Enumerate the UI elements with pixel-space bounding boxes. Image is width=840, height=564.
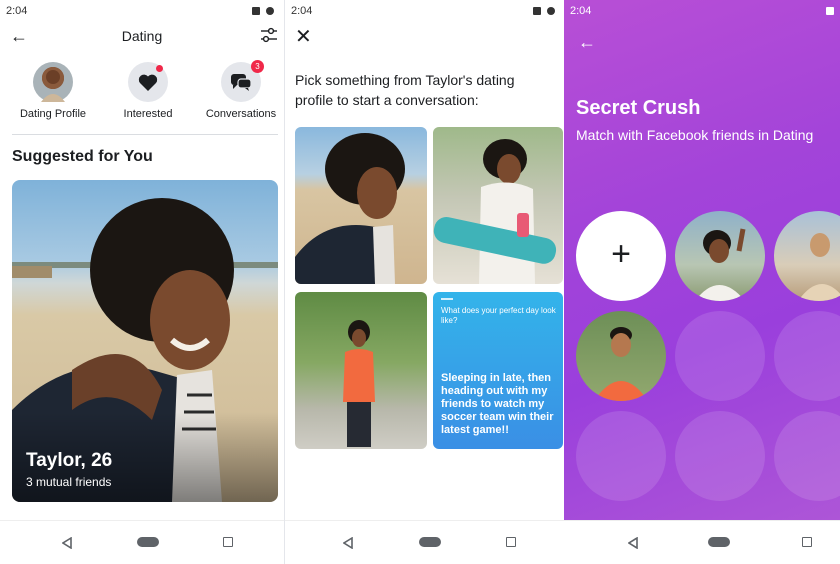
friend-photo bbox=[594, 327, 648, 401]
secret-crush-subtitle: Match with Facebook friends in Dating bbox=[576, 127, 814, 143]
crush-friend-1[interactable] bbox=[675, 211, 765, 301]
nav-home-icon[interactable] bbox=[419, 537, 441, 547]
system-nav-bar bbox=[285, 520, 564, 564]
crush-slot-empty bbox=[774, 311, 840, 401]
dating-profile-label: Dating Profile bbox=[19, 108, 87, 120]
question-card[interactable]: What does your perfect day look like? Sl… bbox=[433, 292, 563, 449]
nav-back-icon[interactable] bbox=[62, 537, 72, 549]
conversations-badge: 3 bbox=[251, 60, 264, 73]
crush-slot-empty bbox=[675, 311, 765, 401]
status-bar: 2:04 bbox=[564, 0, 840, 22]
friend-photo bbox=[798, 233, 840, 301]
crush-friend-2[interactable] bbox=[774, 211, 840, 301]
crush-friend-3[interactable] bbox=[576, 311, 666, 401]
profile-avatar bbox=[33, 62, 73, 102]
add-crush-button[interactable]: + bbox=[576, 211, 666, 301]
dating-home-screen: 2:04 ← Dating Dating Profile Interested … bbox=[0, 0, 284, 564]
suggested-profile-card[interactable]: Taylor, 26 3 mutual friends bbox=[12, 180, 278, 502]
conversations-label: Conversations bbox=[205, 108, 277, 120]
status-time: 2:04 bbox=[6, 5, 28, 17]
photo-selfie bbox=[295, 133, 405, 284]
conversations-circle: 3 bbox=[221, 60, 264, 102]
profile-photo-tile-3[interactable] bbox=[295, 292, 427, 449]
profile-photo-tile-2[interactable] bbox=[433, 127, 563, 284]
secret-crush-title: Secret Crush bbox=[576, 97, 701, 119]
profile-name: Taylor, 26 bbox=[26, 450, 113, 471]
nav-back-icon[interactable] bbox=[628, 537, 638, 549]
conversation-prompt: Pick something from Taylor's dating prof… bbox=[295, 72, 515, 108]
interested-label: Interested bbox=[123, 108, 173, 120]
nav-home-icon[interactable] bbox=[137, 537, 159, 547]
nav-home-icon[interactable] bbox=[708, 537, 730, 547]
crush-slot-empty bbox=[774, 411, 840, 501]
dating-profile-button[interactable]: Dating Profile bbox=[10, 60, 96, 120]
nav-back-icon[interactable] bbox=[343, 537, 353, 549]
close-icon[interactable]: ✕ bbox=[295, 24, 312, 49]
quick-actions: Dating Profile Interested 3 Conversation… bbox=[0, 60, 284, 130]
status-time: 2:04 bbox=[291, 5, 313, 17]
nav-recents-icon[interactable] bbox=[223, 537, 233, 547]
app-bar: ← Dating bbox=[0, 22, 284, 52]
answer-text: Sleeping in late, then heading out with … bbox=[441, 372, 554, 436]
photo-yoga-mat bbox=[433, 139, 557, 284]
secret-crush-screen: 2:04 ← Secret Crush Match with Facebook … bbox=[564, 0, 840, 564]
system-nav-bar bbox=[564, 520, 840, 564]
question-text: What does your perfect day look like? bbox=[441, 306, 556, 325]
divider bbox=[12, 134, 278, 135]
section-title: Suggested for You bbox=[12, 148, 153, 165]
crush-slot-empty bbox=[675, 411, 765, 501]
signal-icon bbox=[252, 7, 260, 15]
nav-recents-icon[interactable] bbox=[506, 537, 516, 547]
battery-icon bbox=[266, 7, 274, 15]
battery-icon bbox=[547, 7, 555, 15]
system-nav-bar bbox=[0, 520, 284, 564]
status-bar: 2:04 bbox=[285, 0, 564, 22]
plus-icon: + bbox=[611, 235, 631, 273]
interested-circle bbox=[128, 62, 168, 102]
profile-photo-tile-1[interactable] bbox=[295, 127, 427, 284]
signal-icon bbox=[826, 7, 834, 15]
crush-slot-empty bbox=[576, 411, 666, 501]
nav-recents-icon[interactable] bbox=[802, 537, 812, 547]
start-conversation-screen: 2:04 ✕ Pick something from Taylor's dati… bbox=[284, 0, 564, 564]
question-accent-line bbox=[441, 298, 453, 300]
conversations-button[interactable]: 3 Conversations bbox=[198, 60, 284, 120]
filter-icon[interactable] bbox=[260, 27, 278, 43]
mutual-friends: 3 mutual friends bbox=[26, 475, 112, 489]
signal-icon bbox=[533, 7, 541, 15]
status-time: 2:04 bbox=[570, 5, 592, 17]
back-arrow-icon[interactable]: ← bbox=[578, 32, 596, 53]
notification-dot bbox=[156, 65, 163, 72]
status-bar: 2:04 bbox=[0, 0, 284, 22]
photo-standing bbox=[343, 320, 375, 447]
page-title: Dating bbox=[121, 28, 163, 44]
interested-button[interactable]: Interested bbox=[105, 60, 191, 120]
friend-photo bbox=[695, 228, 746, 301]
